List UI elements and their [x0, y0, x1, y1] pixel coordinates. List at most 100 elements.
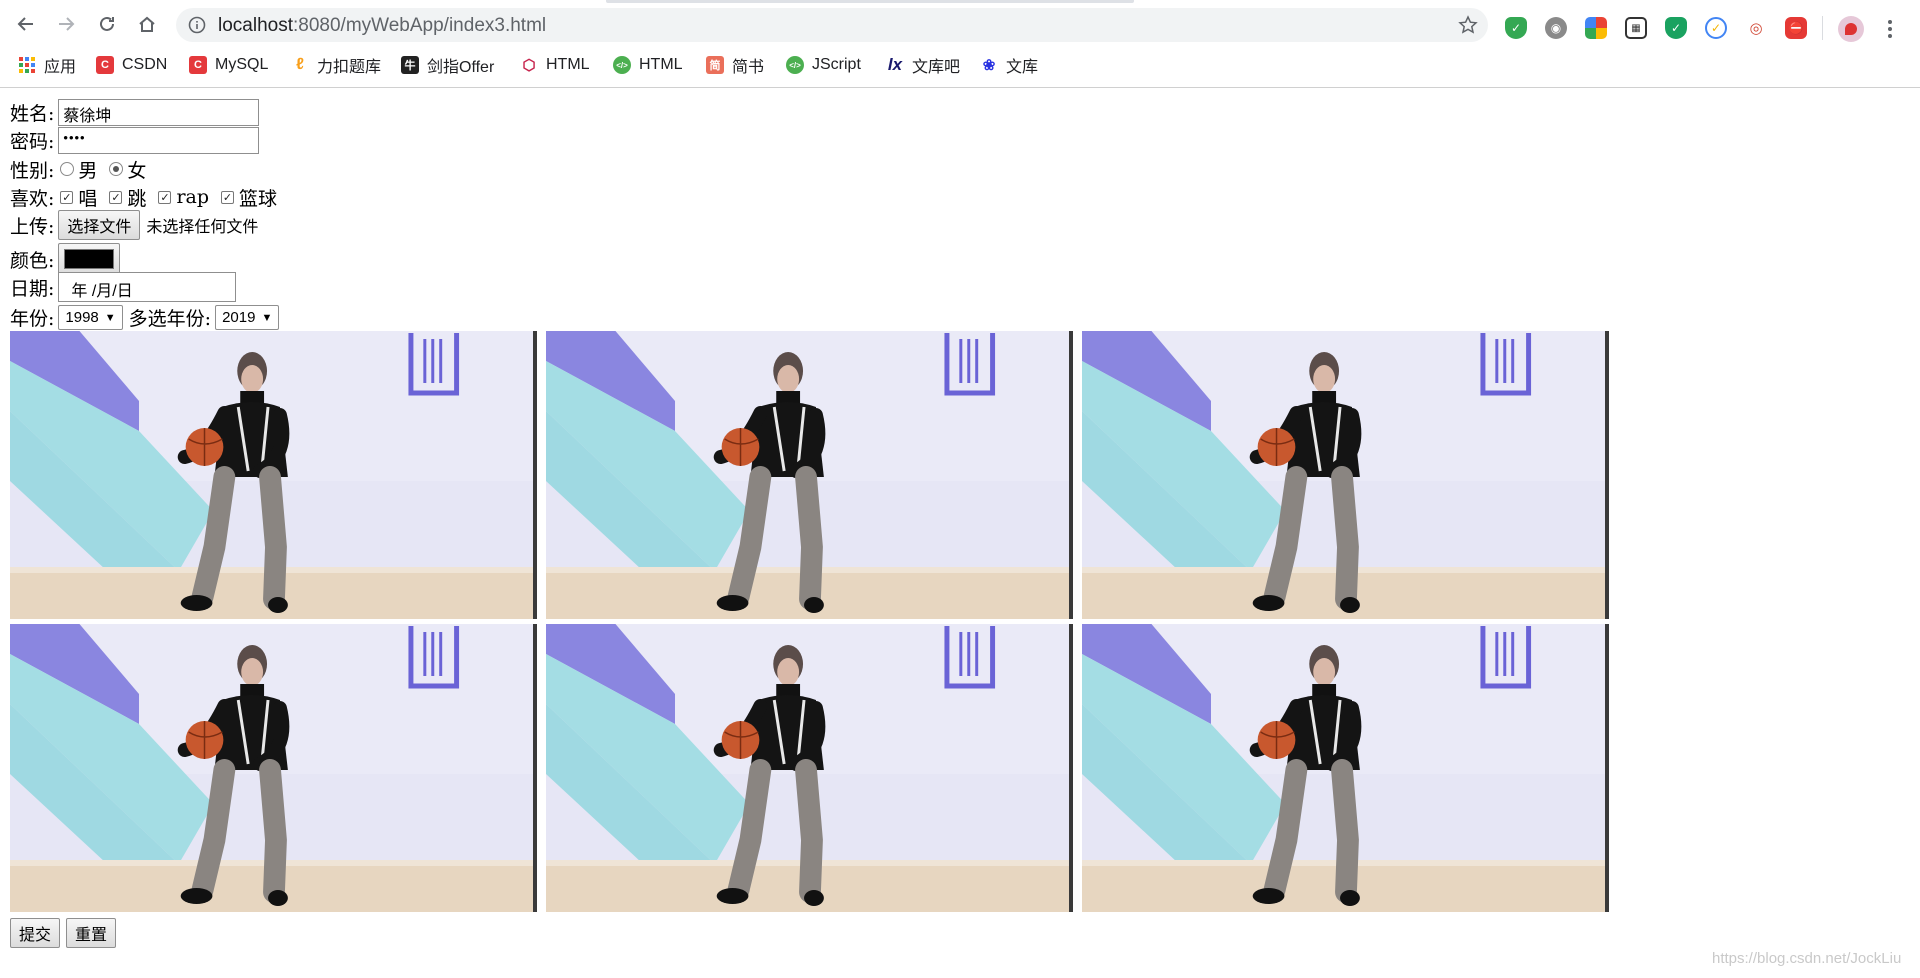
password-label: 密码: — [10, 131, 55, 153]
reload-icon — [100, 16, 114, 31]
basketball-gif-image — [546, 624, 1073, 912]
gender-label: 性别: — [10, 159, 55, 182]
date-row: 日期: 年 /月/日 — [10, 271, 237, 303]
hobby-basketball-checkbox[interactable]: ✓ — [221, 190, 235, 204]
active-tab-edge[interactable] — [606, 0, 1134, 3]
qr-code-icon[interactable]: ▦ — [1625, 17, 1647, 39]
file-status-text: 未选择任何文件 — [146, 219, 259, 236]
hobby-basketball-label: 篮球 — [239, 187, 278, 210]
submit-button[interactable]: 提交 — [10, 918, 61, 948]
dropdown-arrow-icon: ▼ — [104, 311, 116, 324]
bookmark-label: HTML — [639, 56, 683, 73]
multi-year-select[interactable]: 2019 ▼ — [215, 305, 280, 330]
name-row: 姓名: 蔡徐坤 — [10, 99, 260, 126]
bookmark-csdn[interactable]: C CSDN — [96, 52, 167, 78]
menu-dot-icon — [1888, 20, 1892, 24]
check-circle-icon[interactable]: ✓ — [1705, 17, 1727, 39]
bookmark-apps[interactable]: 应用 — [18, 52, 76, 78]
bookmark-label: 文库 — [1006, 59, 1039, 76]
menu-dot-icon — [1888, 34, 1892, 38]
bookmark-jscript[interactable]: </> JScript — [786, 52, 861, 78]
gender-male-label: 男 — [78, 159, 98, 182]
csdn-icon: C — [96, 56, 114, 74]
avatar-icon — [1845, 23, 1857, 35]
name-input[interactable]: 蔡徐坤 — [58, 99, 260, 126]
url-text[interactable]: localhost:8080/myWebApp/index3.html — [218, 15, 546, 37]
back-button[interactable] — [10, 8, 42, 40]
html5-icon: ⬡ — [522, 57, 536, 74]
gender-female-radio[interactable] — [109, 162, 124, 176]
browser-chrome: localhost:8080/myWebApp/index3.html ✓ ◉ … — [0, 0, 1920, 88]
password-row: 密码: •••• — [10, 127, 260, 154]
hobby-dance-checkbox[interactable]: ✓ — [109, 190, 123, 204]
forward-button[interactable] — [50, 8, 82, 40]
color-grid-icon[interactable] — [1585, 17, 1607, 39]
watermark-text: https://blog.csdn.net/JockLiu — [1712, 950, 1902, 967]
year-select-value: 1998 — [65, 309, 99, 326]
url-host: localhost — [218, 15, 293, 36]
multi-year-select-value: 2019 — [222, 309, 256, 326]
bookmark-leetcode[interactable]: ℓ 力扣题库 — [291, 52, 381, 78]
bookmark-star-icon[interactable] — [1458, 15, 1478, 35]
bookmark-html-2[interactable]: </> HTML — [613, 52, 683, 78]
tab-strip — [0, 0, 1920, 3]
mask-icon[interactable]: ◎ — [1745, 17, 1767, 39]
leetcode-icon: ℓ — [296, 56, 304, 73]
code-icon: </> — [786, 56, 804, 74]
profile-avatar[interactable] — [1838, 16, 1864, 42]
name-label: 姓名: — [10, 103, 55, 125]
hobby-rap-label: rap — [176, 186, 210, 208]
shield-icon[interactable]: ✓ — [1665, 17, 1687, 39]
gender-row: 性别: 男 女 — [10, 157, 152, 182]
reload-button[interactable] — [91, 8, 123, 40]
bookmark-html-1[interactable]: ⬡ HTML — [520, 52, 590, 78]
bookmark-mysql[interactable]: C MySQL — [189, 52, 268, 78]
browser-menu-button[interactable] — [1882, 16, 1898, 42]
hobby-rap-checkbox[interactable]: ✓ — [158, 190, 172, 204]
bookmark-label: JScript — [812, 56, 861, 73]
shield-check-icon[interactable]: ✓ — [1505, 17, 1527, 39]
bookmark-wenkuba[interactable]: lx 文库吧 — [886, 52, 960, 78]
password-input[interactable]: •••• — [58, 127, 260, 154]
reset-button[interactable]: 重置 — [66, 918, 117, 948]
csdn-icon: C — [189, 56, 207, 74]
owl-icon[interactable]: ◉ — [1545, 17, 1567, 39]
toolbar-separator — [1822, 16, 1823, 40]
arrow-left-icon — [17, 17, 33, 31]
bookmarks-bar: 应用 C CSDN C MySQL ℓ 力扣题库 牛剑指Offer ⬡ HTML </>… — [0, 50, 1920, 80]
color-label: 颜色: — [10, 249, 55, 272]
bookmark-jianshu[interactable]: 简简书 — [706, 52, 764, 78]
bookmark-label: 力扣题库 — [317, 59, 382, 76]
gender-male-radio[interactable] — [60, 162, 75, 176]
bookmark-label: HTML — [546, 56, 590, 73]
bookmark-label: 简书 — [732, 59, 765, 76]
address-bar[interactable]: localhost:8080/myWebApp/index3.html — [176, 8, 1488, 42]
apps-grid-icon — [18, 57, 36, 73]
hobby-dance-label: 跳 — [127, 187, 147, 210]
hobby-sing-checkbox[interactable]: ✓ — [60, 190, 74, 204]
code-icon: </> — [613, 56, 631, 74]
info-icon[interactable] — [188, 16, 206, 34]
color-swatch — [64, 249, 115, 269]
home-button[interactable] — [131, 8, 163, 40]
button-row: 提交 重置 — [10, 918, 117, 948]
bookmark-jianzhi-offer[interactable]: 牛剑指Offer — [401, 52, 494, 78]
date-label: 日期: — [10, 277, 55, 300]
bookmark-baidu-wenku[interactable]: ❀ 文库 — [980, 52, 1038, 78]
upload-label: 上传: — [10, 215, 55, 238]
gender-female-label: 女 — [127, 159, 147, 182]
basketball-gif-image — [10, 624, 537, 912]
hobby-sing-label: 唱 — [78, 187, 98, 210]
adblock-icon[interactable]: ⛔ — [1785, 17, 1807, 39]
year-row: 年份: 1998 ▼ 多选年份: 2019 ▼ — [10, 304, 280, 331]
basketball-gif-image — [10, 331, 537, 619]
nowcoder-icon: 牛 — [401, 56, 419, 74]
choose-file-button[interactable]: 选择文件 — [58, 210, 141, 240]
date-input[interactable]: 年 /月/日 — [58, 272, 237, 302]
basketball-gif-image — [546, 331, 1073, 619]
bookmark-label: 文库吧 — [912, 59, 961, 76]
year-select[interactable]: 1998 ▼ — [58, 305, 123, 330]
dropdown-arrow-icon: ▼ — [261, 311, 273, 324]
multi-year-label: 多选年份: — [128, 308, 212, 330]
bookmark-label: 剑指Offer — [427, 59, 495, 76]
